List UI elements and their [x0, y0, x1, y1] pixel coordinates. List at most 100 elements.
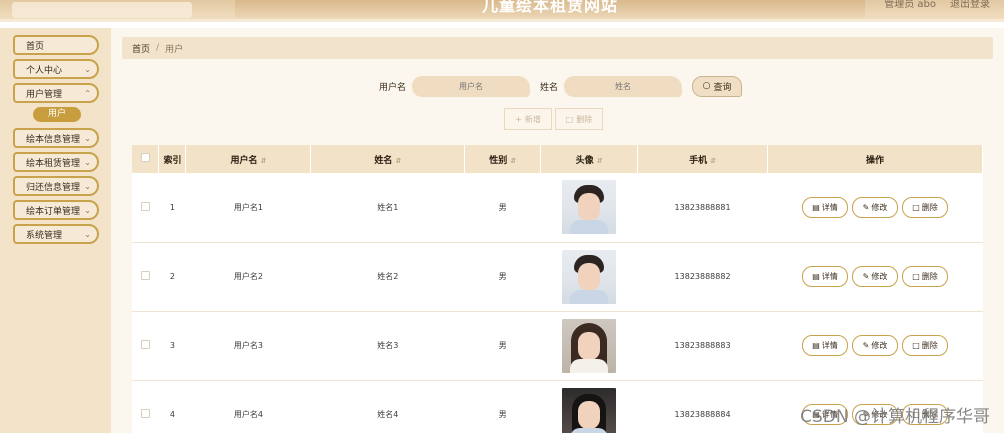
delete-button-label: 删除 — [576, 114, 593, 124]
table-header-row: 索引 用户名 ⇵ 姓名 ⇵ 性别 ⇵ 头像 ⇵ 手机 ⇵ 操作 — [132, 145, 983, 173]
edit-button[interactable]: ✎ 修改 — [852, 335, 898, 356]
detail-icon: ▤ — [812, 202, 820, 212]
sidebar-item-home[interactable]: 首页 — [13, 35, 99, 55]
select-all-checkbox[interactable] — [132, 145, 160, 173]
detail-icon: ▤ — [812, 272, 820, 281]
search-row: 用户名 姓名 ○ 查询 — [379, 75, 743, 97]
avatar[interactable] — [562, 387, 617, 433]
cell-actions: ▤ 详情 ✎ 修改 □ 删除 — [767, 311, 983, 381]
cell-actions: ▤ 详情 ✎ 修改 □ 删除 — [767, 173, 983, 243]
column-header-name[interactable]: 姓名 ⇵ — [310, 145, 466, 173]
cell-gender: 男 — [464, 242, 541, 312]
cell-gender: 男 — [464, 173, 541, 243]
watermark: CSDN @计算机程序华哥 — [800, 407, 990, 427]
column-header-username[interactable]: 用户名 ⇵ — [185, 145, 312, 173]
row-checkbox[interactable] — [132, 173, 159, 243]
name-search-input[interactable] — [564, 75, 683, 97]
add-button-label: 新增 — [524, 114, 541, 124]
cell-actions: ▤ 详情 ✎ 修改 □ 删除 — [767, 242, 983, 312]
cell-username: 用户名1 — [185, 173, 311, 243]
cell-username: 用户名2 — [185, 242, 311, 312]
row-checkbox[interactable] — [132, 311, 159, 381]
logout-link[interactable]: 退出登录 — [950, 0, 990, 12]
sort-icon: ⇵ — [260, 156, 267, 165]
cell-name: 姓名2 — [310, 242, 465, 312]
delete-button[interactable]: □ 删除 — [902, 196, 948, 218]
breadcrumb-current: 用户 — [165, 44, 184, 55]
detail-button[interactable]: ▤ 详情 — [802, 196, 848, 218]
cell-phone: 13823888882 — [637, 242, 768, 312]
sort-icon: ⇵ — [710, 156, 716, 165]
edit-icon: ✎ — [862, 272, 870, 281]
trash-icon: □ — [565, 114, 574, 124]
cell-name: 姓名4 — [310, 380, 465, 433]
cell-index: 1 — [158, 173, 186, 243]
chevron-down-icon: ⌄ — [84, 157, 91, 167]
detail-button[interactable]: ▤ 详情 — [802, 335, 848, 356]
add-button[interactable]: + 新增 — [504, 108, 552, 130]
column-header-gender[interactable]: 性别 ⇵ — [464, 145, 542, 173]
breadcrumb: 首页 / 用户 — [122, 37, 993, 59]
sidebar-item-rental[interactable]: 绘本租赁管理 ⌄ — [13, 152, 99, 172]
cell-username: 用户名3 — [185, 311, 311, 381]
sidebar-item-orders[interactable]: 绘本订单管理 ⌄ — [13, 200, 99, 220]
sidebar-item-return[interactable]: 归还信息管理 ⌄ — [13, 176, 99, 196]
cell-phone: 13823888883 — [637, 311, 768, 381]
detail-button[interactable]: ▤ 详情 — [802, 266, 848, 287]
username-search-input[interactable] — [412, 75, 531, 97]
table-row: 2 用户名2 姓名2 男 13823888882 ▤ 详情 ✎ 修改 □ 删除 — [132, 242, 983, 312]
cell-username: 用户名4 — [185, 380, 311, 433]
edit-button[interactable]: ✎ 修改 — [852, 266, 898, 287]
sidebar-item-system[interactable]: 系统管理 ⌄ — [13, 224, 99, 244]
table-row: 3 用户名3 姓名3 男 13823888883 ▤ 详情 ✎ 修改 □ 删除 — [132, 311, 983, 381]
sidebar-subitem-user[interactable]: 用户 — [33, 107, 81, 122]
sidebar-item-user-management[interactable]: 用户管理 ⌃ — [13, 83, 99, 103]
delete-button[interactable]: □ 删除 — [902, 266, 948, 287]
table-row: 1 用户名1 姓名1 男 13823888881 ▤ 详情 ✎ 修改 □ 删除 — [132, 173, 983, 243]
sidebar-item-label: 绘本信息管理 — [26, 134, 81, 145]
user-table: 索引 用户名 ⇵ 姓名 ⇵ 性别 ⇵ 头像 ⇵ 手机 ⇵ 操作 1 用户名1 姓名1 男 … — [132, 145, 983, 433]
chevron-down-icon: ⌄ — [84, 205, 91, 215]
sidebar-item-label: 绘本订单管理 — [26, 206, 81, 217]
batch-delete-button[interactable]: □ 删除 — [555, 108, 603, 130]
trash-icon: □ — [912, 202, 920, 212]
edit-button[interactable]: ✎ 修改 — [852, 196, 898, 218]
sidebar-item-label: 系统管理 — [26, 230, 63, 241]
column-header-actions: 操作 — [767, 145, 983, 173]
avatar[interactable] — [562, 249, 617, 304]
column-header-phone[interactable]: 手机 ⇵ — [637, 145, 769, 173]
avatar[interactable] — [562, 180, 617, 235]
search-button[interactable]: ○ 查询 — [692, 75, 743, 97]
column-header-index: 索引 — [158, 145, 187, 173]
sidebar-item-label: 绘本租赁管理 — [26, 158, 81, 169]
sidebar-item-label: 归还信息管理 — [26, 182, 81, 193]
trash-icon: □ — [912, 341, 920, 350]
detail-icon: ▤ — [812, 341, 820, 350]
avatar[interactable] — [562, 318, 617, 373]
column-header-avatar[interactable]: 头像 ⇵ — [540, 145, 639, 173]
cell-avatar — [540, 380, 638, 433]
trash-icon: □ — [912, 272, 920, 281]
cell-gender: 男 — [464, 380, 541, 433]
cell-name: 姓名1 — [310, 173, 465, 243]
username-label: 用户名 — [379, 82, 407, 93]
delete-button[interactable]: □ 删除 — [902, 335, 948, 356]
chevron-down-icon: ⌄ — [84, 181, 91, 191]
edit-icon: ✎ — [862, 341, 870, 350]
sidebar: 首页 个人中心 ⌄ 用户管理 ⌃ 用户 绘本信息管理 ⌄ 绘本租赁管理 ⌄ 归还… — [0, 28, 111, 433]
row-checkbox[interactable] — [132, 380, 159, 433]
sidebar-item-book-info[interactable]: 绘本信息管理 ⌄ — [13, 128, 99, 148]
cell-avatar — [540, 173, 638, 243]
breadcrumb-home[interactable]: 首页 — [132, 42, 150, 55]
sidebar-item-profile[interactable]: 个人中心 ⌄ — [13, 59, 99, 79]
search-icon: ○ — [702, 81, 711, 91]
chevron-down-icon: ⌄ — [84, 229, 91, 239]
sidebar-item-label: 用户管理 — [26, 89, 63, 100]
sort-icon: ⇵ — [596, 156, 603, 165]
sidebar-item-label: 个人中心 — [26, 65, 63, 76]
row-checkbox[interactable] — [132, 242, 159, 312]
breadcrumb-separator: / — [156, 43, 160, 53]
sort-icon: ⇵ — [395, 156, 402, 165]
cell-gender: 男 — [464, 311, 541, 381]
user-label: 管理员 abo — [884, 0, 936, 10]
